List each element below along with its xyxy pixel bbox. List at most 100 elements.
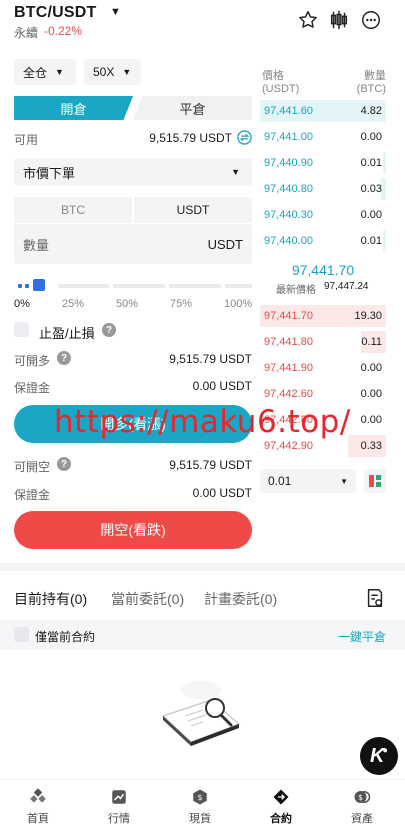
slider-handle[interactable] [33,279,45,291]
help-icon[interactable]: ? [57,457,71,471]
margin-long-value: 0.00 USDT [192,379,252,393]
tab-open-position[interactable]: 開倉 [14,96,133,120]
help-icon[interactable]: ? [102,323,116,337]
current-contract-checkbox[interactable] [14,627,29,642]
orderbook-price-header: 價格 (USDT) [262,70,299,96]
ask-row[interactable]: 97,441.60 4.82 [260,99,386,123]
margin-mode-label: 全仓 [23,65,48,80]
slider-tick[interactable]: 25% [62,298,84,310]
tab-open-orders[interactable]: 當前委託(0) [111,589,184,609]
svg-text:$: $ [358,793,363,802]
nav-assets[interactable]: $ 資產 [337,788,387,826]
margin-short-value: 0.00 USDT [192,486,252,500]
bid-row[interactable]: 97,441.90 0.00 [260,356,386,380]
slider-tick[interactable]: 50% [116,298,138,310]
bid-qty: 0.00 [360,362,382,374]
amount-slider[interactable] [18,284,252,288]
bid-row[interactable]: 97,441.80 0.11 [260,330,386,354]
close-all-button[interactable]: 一鍵平倉 [330,628,386,645]
tpsl-checkbox[interactable] [14,322,29,337]
order-type-select[interactable]: 市價下單 ▼ [14,158,252,186]
order-history-icon[interactable] [364,587,386,609]
currency-quote-toggle[interactable]: USDT [134,197,252,223]
can-open-long-value: 9,515.79 USDT [169,352,252,366]
tab-current-positions[interactable]: 目前持有(0) [14,589,87,609]
bid-price: 97,441.80 [264,336,313,348]
bid-row[interactable]: 97,441.70 19.30 [260,304,386,328]
nav-contract-label: 合約 [270,813,292,825]
open-short-button[interactable]: 開空(看跌) [14,511,252,549]
nav-market[interactable]: 行情 [94,788,144,826]
ask-qty: 4.82 [360,105,382,117]
latest-price-value: 97,447.24 [324,281,369,292]
quantity-input[interactable]: 數量 USDT [14,224,252,264]
last-price: 97,441.70 [291,262,355,278]
margin-mode-select[interactable]: 全仓 ▼ [14,59,76,85]
ask-price: 97,441.60 [264,105,313,117]
price-change: -0.22% [44,24,83,38]
contract-type: 永續 [14,26,39,40]
ask-price: 97,440.00 [264,235,313,247]
can-open-short-value: 9,515.79 USDT [169,458,252,472]
quantity-unit: USDT [207,236,243,252]
quantity-label: 數量 [23,237,50,253]
nav-spot[interactable]: $ 現貨 [175,788,225,826]
ask-row[interactable]: 97,440.30 0.00 [260,203,386,227]
nav-home[interactable]: 首頁 [13,788,63,826]
help-icon[interactable]: ? [57,351,71,365]
bid-row[interactable]: 97,442.60 0.00 [260,382,386,406]
precision-select[interactable]: 0.01 ▼ [260,469,356,493]
app-logo-float-button[interactable]: K ● [360,737,398,775]
bid-qty: 0.00 [360,414,382,426]
bid-qty: 19.30 [354,310,382,322]
ask-price: 97,440.80 [264,183,313,195]
market-chart-icon [112,790,126,804]
slider-tick[interactable]: 75% [170,298,192,310]
currency-base-toggle[interactable]: BTC [14,197,132,223]
chevron-down-icon: ▼ [122,67,132,77]
ask-qty: 0.00 [360,209,382,221]
bid-qty: 0.00 [360,388,382,400]
chevron-down-icon: ▼ [231,167,240,177]
tab-plan-orders[interactable]: 計畫委託(0) [204,589,277,609]
ask-row[interactable]: 97,440.90 0.01 [260,151,386,175]
star-icon[interactable] [297,9,319,31]
ask-depth-bar [383,230,386,252]
home-icon [30,788,46,803]
more-options-icon[interactable] [360,9,382,31]
spot-icon: $ [193,789,207,805]
watermark-text: https://maku6.top/ [54,404,351,440]
ask-row[interactable]: 97,440.80 0.03 [260,177,386,201]
ask-qty: 0.00 [360,131,382,143]
candlestick-chart-icon[interactable] [328,9,350,31]
nav-assets-label: 資產 [351,813,373,825]
bid-price: 97,441.70 [264,310,313,322]
ask-row[interactable]: 97,440.00 0.01 [260,229,386,253]
ask-price: 97,440.90 [264,157,313,169]
pair-title[interactable]: BTC/USDT [14,4,96,22]
slider-tick[interactable]: 0% [14,298,30,310]
margin-short-label: 保證金 [14,488,51,502]
available-label: 可用 [14,133,39,147]
ask-qty: 0.01 [360,235,382,247]
transfer-icon[interactable] [237,130,252,145]
assets-wallet-icon: $ [354,791,371,803]
ask-price: 97,441.00 [264,131,313,143]
price-header: 價格 [262,70,284,82]
section-divider [0,563,405,571]
leverage-select[interactable]: 50X ▼ [84,59,141,85]
precision-value: 0.01 [268,474,292,488]
pair-dropdown-caret-icon[interactable]: ▼ [110,6,121,18]
nav-contract[interactable]: 合約 [256,788,306,826]
ask-qty: 0.01 [360,157,382,169]
qty-unit: (BTC) [356,83,386,95]
ask-qty: 0.03 [360,183,382,195]
bid-price: 97,442.90 [264,440,313,452]
slider-tick[interactable]: 100% [224,298,252,310]
ask-row[interactable]: 97,441.00 0.00 [260,125,386,149]
orderbook-layout-icon[interactable] [364,469,386,493]
nav-spot-label: 現貨 [189,813,211,825]
ask-price: 97,440.30 [264,209,313,221]
tab-close-position[interactable]: 平倉 [133,96,252,120]
ask-depth-bar [383,152,386,174]
